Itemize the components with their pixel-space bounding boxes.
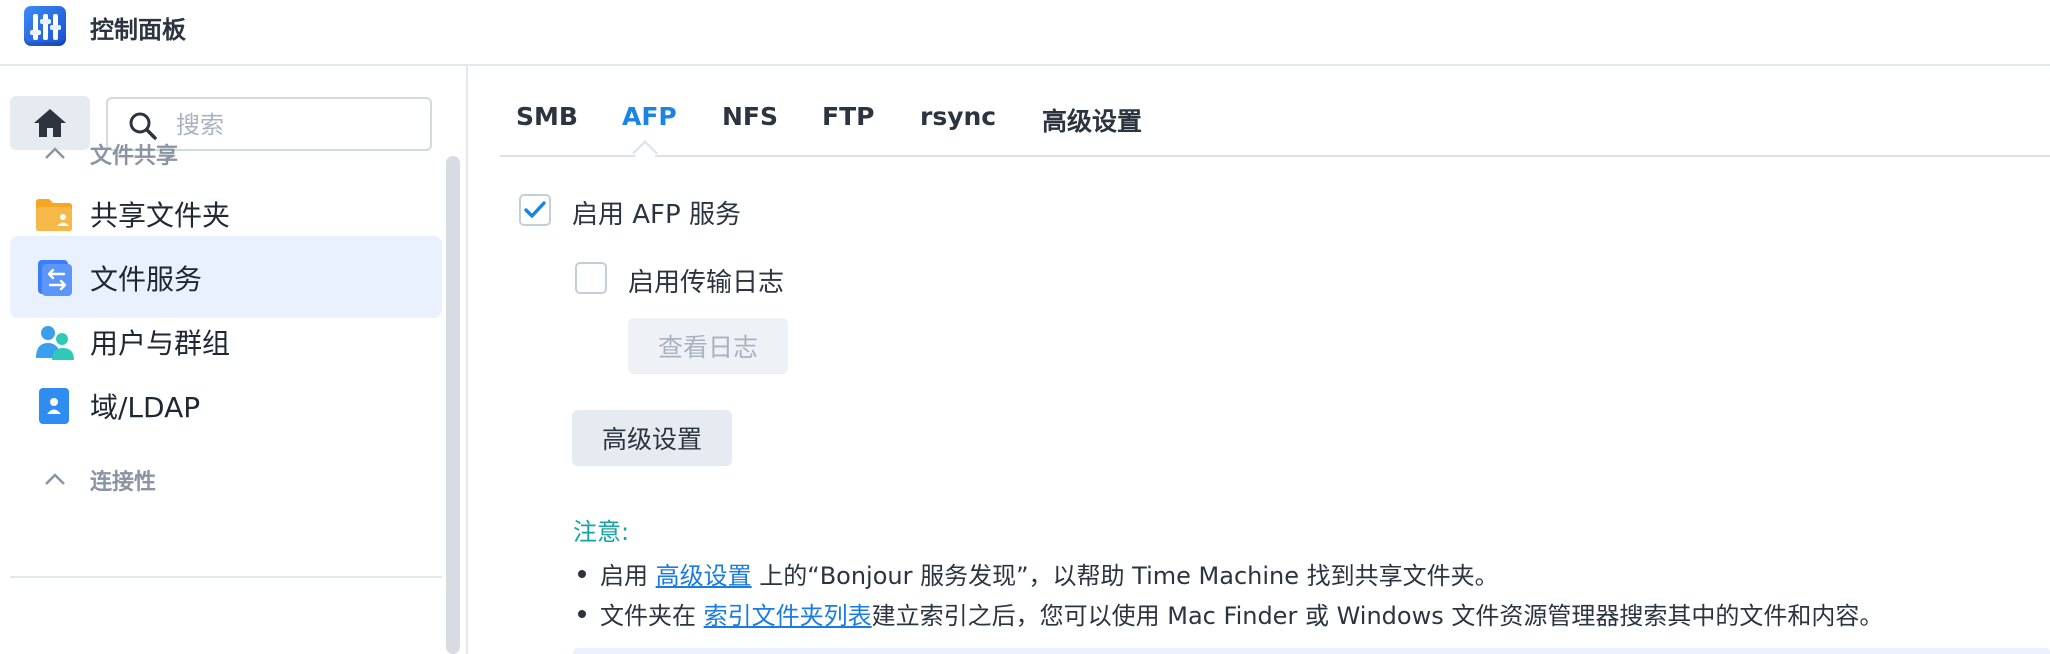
index-folder-list-link[interactable]: 索引文件夹列表: [704, 602, 872, 630]
chevron-up-icon: [45, 473, 65, 485]
tab-bar: SMB AFP NFS FTP rsync 高级设置: [500, 66, 2050, 156]
advanced-settings-link[interactable]: 高级设置: [656, 562, 752, 590]
enable-transfer-log-checkbox[interactable]: [575, 262, 607, 294]
tab-rsync[interactable]: rsync: [920, 102, 996, 131]
check-icon: [524, 201, 546, 218]
sidebar: 文件共享 共享文件夹 文件服务 用户与群组: [0, 66, 466, 654]
sidebar-border: [466, 66, 468, 654]
chevron-up-icon: [45, 147, 65, 159]
sidebar-scrollbar[interactable]: [446, 156, 460, 654]
tab-smb[interactable]: SMB: [516, 102, 578, 131]
domain-ldap-icon: [39, 388, 69, 424]
search-icon: [129, 112, 157, 140]
note-item: 文件夹在 索引文件夹列表建立索引之后，您可以使用 Mac Finder 或 Wi…: [578, 596, 1883, 631]
home-button[interactable]: [10, 96, 90, 150]
tab-nfs[interactable]: NFS: [722, 102, 778, 131]
control-panel-icon: [24, 6, 66, 46]
home-icon: [34, 109, 66, 137]
enable-transfer-log-label: 启用传输日志: [628, 268, 785, 298]
app-title: 控制面板: [90, 16, 186, 44]
user-group-icon: [36, 326, 74, 360]
enable-afp-label: 启用 AFP 服务: [572, 200, 741, 230]
bullet-dot: [578, 610, 586, 618]
bullet-dot: [578, 570, 586, 578]
note-item: 启用 高级设置 上的“Bonjour 服务发现”，以帮助 Time Machin…: [578, 556, 1499, 591]
advanced-settings-button[interactable]: 高级设置: [572, 410, 732, 466]
search-input[interactable]: [174, 107, 418, 143]
sidebar-section-divider: [10, 576, 442, 578]
tab-underline: [500, 155, 2050, 157]
next-panel-edge: [573, 648, 2050, 654]
tab-afp[interactable]: AFP: [622, 102, 677, 131]
shared-folder-icon: [36, 199, 72, 231]
tab-ftp[interactable]: FTP: [822, 102, 874, 131]
file-services-icon: [38, 260, 72, 296]
view-log-button[interactable]: 查看日志: [628, 318, 788, 374]
enable-afp-checkbox[interactable]: [519, 194, 551, 226]
title-bar: 控制面板: [0, 0, 2050, 66]
tab-advanced-settings[interactable]: 高级设置: [1042, 102, 1142, 138]
sidebar-item-domain-ldap[interactable]: 域/LDAP: [10, 364, 442, 446]
note-title: 注意:: [573, 518, 630, 546]
